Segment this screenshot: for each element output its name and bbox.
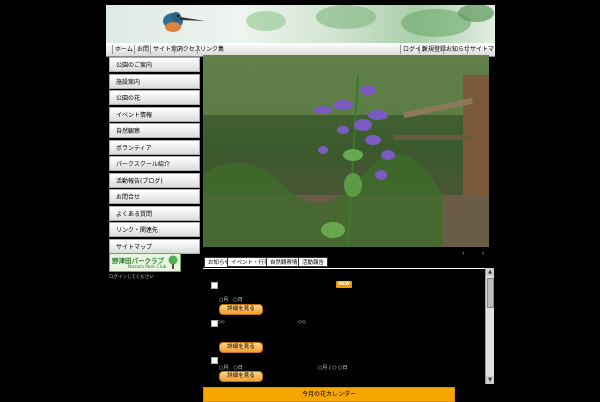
forest-backdrop xyxy=(246,5,494,37)
news-date: ○月 ○日 xyxy=(219,297,243,303)
sidebar-item[interactable]: 活動報告(ブログ) xyxy=(109,172,200,188)
new-badge: NEW xyxy=(336,281,352,288)
nav-links[interactable]: リンク集 xyxy=(197,45,226,54)
news-bullet-icon xyxy=(211,357,218,364)
nav-sitemap[interactable]: サイトマップ xyxy=(467,45,508,54)
page: ホーム お問 サイト案内 アクセス リンク集 ログイン 新規登録 お知らせ サイ… xyxy=(106,5,506,402)
club-logo-subtitle: Nozuta Park Club xyxy=(128,265,167,270)
sidebar-item[interactable]: パークスクール紹介 xyxy=(109,156,200,171)
news-bullet-icon xyxy=(211,282,218,289)
header-banner xyxy=(106,5,495,43)
sidebar-item[interactable]: 公園のご案内 xyxy=(109,57,200,72)
flower-photo-image xyxy=(203,55,489,247)
club-logo-title: 野津田パークラブ xyxy=(112,257,164,265)
tree-icon xyxy=(168,255,178,269)
detail-button[interactable]: 詳細を見る xyxy=(219,371,263,382)
detail-button[interactable]: 詳細を見る xyxy=(219,342,263,353)
kingfisher-icon xyxy=(163,12,205,32)
news-title[interactable]: ◇◇ xyxy=(217,319,225,325)
news-scrollbar[interactable]: ▲ ▼ xyxy=(485,268,494,384)
login-status-text: ログインしてください xyxy=(109,275,154,280)
sidebar-menu: 公園のご案内 施設案内 公園の花 イベント情報 自然観察 ボランティア パークス… xyxy=(109,57,200,255)
nav-home[interactable]: ホーム xyxy=(112,45,135,54)
sidebar-item[interactable]: イベント情報 xyxy=(109,106,200,122)
featured-photo xyxy=(203,55,489,247)
sidebar-item[interactable]: サイトマップ xyxy=(109,238,200,254)
sidebar-item[interactable]: リンク・関連先 xyxy=(109,222,200,237)
detail-button[interactable]: 詳細を見る xyxy=(219,304,263,315)
nav-contact[interactable]: お問 xyxy=(134,45,151,54)
scroll-down-icon[interactable]: ▼ xyxy=(486,376,494,384)
news-title[interactable]: ◇◇ xyxy=(298,319,306,325)
sidebar-item[interactable]: ボランティア xyxy=(109,139,200,155)
sidebar-item[interactable]: 自然観察 xyxy=(109,123,200,138)
news-list: NEW ○月 ○日 詳細を見る ◇◇ ◇◇ 詳細を見る ○月 ○日 ○月 / ○… xyxy=(203,268,491,384)
club-logo-banner[interactable]: 野津田パークラブ Nozuta Park Club xyxy=(109,253,181,272)
tab-reports[interactable]: 活動報告 xyxy=(298,257,329,267)
sidebar-item[interactable]: よくある質問 xyxy=(109,205,200,221)
news-date: ○月 ○日 xyxy=(219,365,243,371)
scroll-up-icon[interactable]: ▲ xyxy=(486,268,494,276)
sidebar-item[interactable]: お問合せ xyxy=(109,189,200,204)
sidebar-item[interactable]: 公園の花 xyxy=(109,90,200,105)
sidebar-item[interactable]: 施設案内 xyxy=(109,73,200,89)
scroll-thumb[interactable] xyxy=(487,278,494,308)
news-date-range: ○月 / ○ ○日 xyxy=(318,365,348,371)
